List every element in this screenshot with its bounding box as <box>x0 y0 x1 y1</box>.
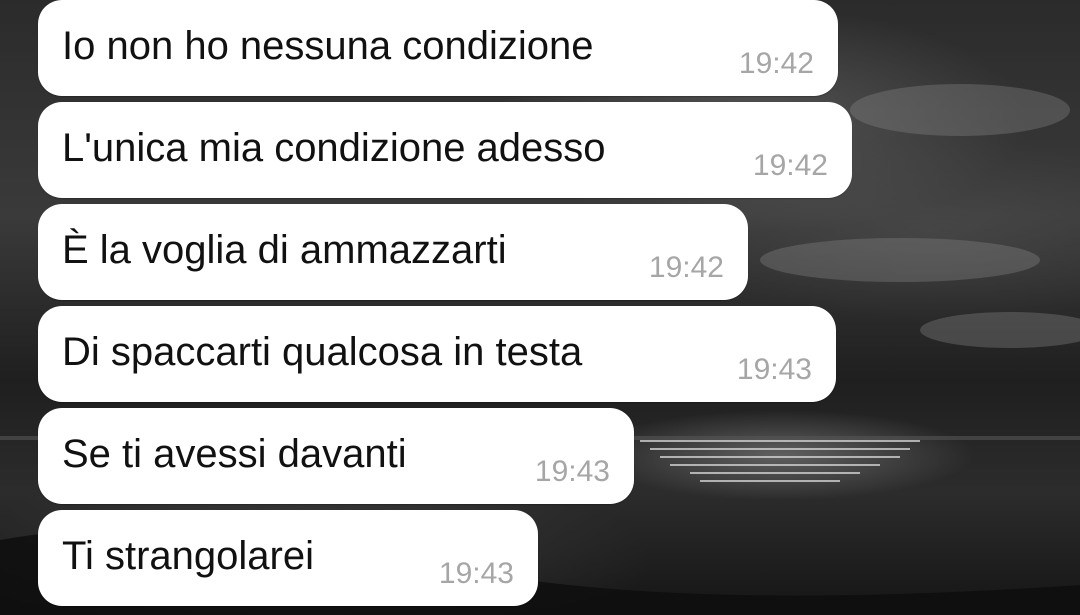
message-text: Di spaccarti qualcosa in testa <box>62 330 583 374</box>
message-timestamp: 19:43 <box>438 557 514 590</box>
message-bubble[interactable]: Di spaccarti qualcosa in testa 19:43 <box>38 306 836 402</box>
message-text: L'unica mia condizione adesso <box>62 126 606 170</box>
message-timestamp: 19:42 <box>648 251 724 284</box>
message-timestamp: 19:42 <box>752 149 828 182</box>
message-text: È la voglia di ammazzarti <box>62 228 507 272</box>
message-timestamp: 19:43 <box>736 353 812 386</box>
bubble-tail <box>56 0 80 18</box>
message-timestamp: 19:42 <box>738 47 814 80</box>
message-list[interactable]: Io non ho nessuna condizione 19:42 L'uni… <box>0 0 1080 615</box>
message-text: Se ti avessi davanti <box>62 432 407 476</box>
message-text: Io non ho nessuna condizione <box>62 24 594 68</box>
message-text: Ti strangolarei <box>62 534 314 578</box>
message-bubble[interactable]: Ti strangolarei 19:43 <box>38 510 538 606</box>
message-bubble[interactable]: È la voglia di ammazzarti 19:42 <box>38 204 748 300</box>
message-bubble[interactable]: Se ti avessi davanti 19:43 <box>38 408 634 504</box>
message-timestamp: 19:43 <box>534 455 610 488</box>
message-bubble[interactable]: Io non ho nessuna condizione 19:42 <box>38 0 838 96</box>
message-bubble[interactable]: L'unica mia condizione adesso 19:42 <box>38 102 852 198</box>
